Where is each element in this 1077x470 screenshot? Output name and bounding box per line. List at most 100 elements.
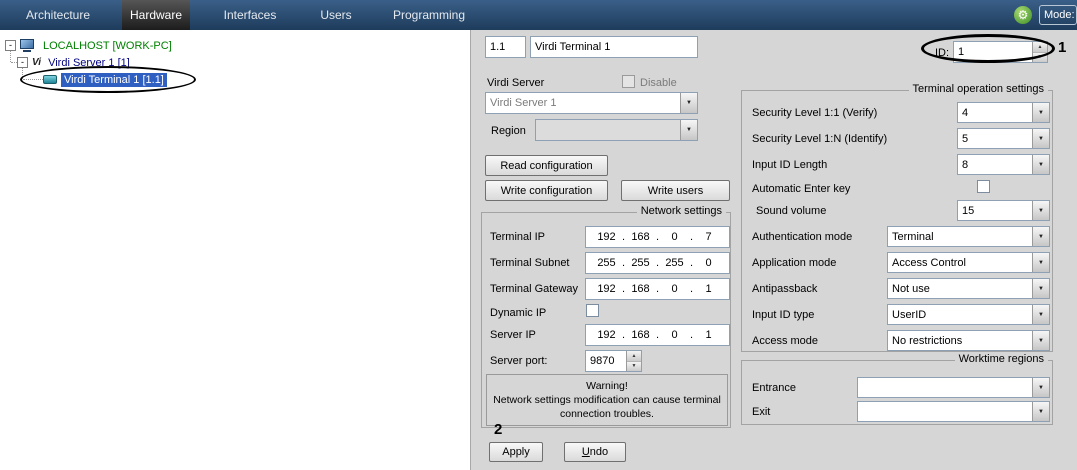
authentication-mode-label: Authentication mode (752, 231, 852, 243)
security-verify-select[interactable]: 4 ▼ (957, 102, 1050, 123)
network-settings-title: Network settings (637, 205, 726, 217)
dropdown-arrow-icon[interactable]: ▼ (1032, 378, 1049, 397)
dropdown-arrow-icon[interactable]: ▼ (1032, 331, 1049, 350)
server-ip-field[interactable]: 192.168.0.1 (585, 324, 730, 346)
ip-octet: 1 (695, 283, 722, 295)
region-select[interactable]: ▼ (535, 119, 698, 141)
terminal-ip-field[interactable]: 192.168.0.7 (585, 226, 730, 248)
device-tree-panel: - LOCALHOST [WORK-PC] - Vi Virdi Server … (0, 30, 470, 470)
nav-right-area: ⚙ Mode: (1014, 0, 1077, 30)
nav-item-architecture[interactable]: Architecture (10, 0, 106, 30)
application-mode-select[interactable]: Access Control ▼ (887, 252, 1050, 273)
apply-button[interactable]: Apply (489, 442, 543, 462)
ip-octet: 192 (593, 231, 620, 243)
terminal-subnet-field[interactable]: 255.255.255.0 (585, 252, 730, 274)
ip-octet: 192 (593, 283, 620, 295)
security-verify-label: Security Level 1:1 (Verify) (752, 107, 877, 119)
dropdown-arrow-icon[interactable]: ▼ (1032, 155, 1049, 174)
nav-item-programming[interactable]: Programming (382, 0, 476, 30)
select-value: Not use (888, 283, 1032, 295)
dropdown-arrow-icon[interactable]: ▼ (1032, 402, 1049, 421)
dropdown-arrow-icon[interactable]: ▼ (1032, 201, 1049, 220)
ip-dot: . (688, 231, 695, 243)
ip-octet: 7 (695, 231, 722, 243)
tree-collapse-icon[interactable]: - (17, 57, 28, 68)
undo-button[interactable]: Undo (564, 442, 626, 462)
network-settings-group: Network settings Terminal IP 192.168.0.7… (481, 212, 731, 428)
dropdown-arrow-icon[interactable]: ▼ (1032, 103, 1049, 122)
select-value: 8 (958, 159, 1032, 171)
disable-checkbox[interactable] (622, 75, 635, 88)
ip-dot: . (688, 257, 695, 269)
input-id-length-select[interactable]: 8 ▼ (957, 154, 1050, 175)
entrance-select[interactable]: ▼ (857, 377, 1050, 398)
security-identify-label: Security Level 1:N (Identify) (752, 133, 887, 145)
terminal-name-field[interactable]: Virdi Terminal 1 (530, 36, 698, 58)
access-mode-select[interactable]: No restrictions ▼ (887, 330, 1050, 351)
terminal-operation-settings-group: Terminal operation settings Security Lev… (741, 90, 1053, 352)
ip-octet: 255 (627, 257, 654, 269)
write-users-button[interactable]: Write users (621, 180, 730, 201)
select-value: 4 (958, 107, 1032, 119)
automatic-enter-key-checkbox[interactable] (977, 180, 990, 193)
ip-octet: 168 (627, 329, 654, 341)
dropdown-arrow-icon[interactable]: ▼ (680, 93, 697, 113)
nav-item-hardware[interactable]: Hardware (122, 0, 190, 30)
antipassback-label: Antipassback (752, 283, 817, 295)
authentication-mode-select[interactable]: Terminal ▼ (887, 226, 1050, 247)
spin-down-icon[interactable]: ▼ (627, 362, 641, 372)
ip-octet: 255 (661, 257, 688, 269)
dropdown-arrow-icon[interactable]: ▼ (1032, 129, 1049, 148)
region-label: Region (491, 125, 526, 137)
tree-item-localhost[interactable]: - LOCALHOST [WORK-PC] (5, 37, 175, 54)
input-id-type-select[interactable]: UserID ▼ (887, 304, 1050, 325)
dropdown-arrow-icon[interactable]: ▼ (680, 120, 697, 140)
undo-rest: ndo (590, 446, 608, 458)
security-identify-select[interactable]: 5 ▼ (957, 128, 1050, 149)
select-value: UserID (888, 309, 1032, 321)
access-mode-label: Access mode (752, 335, 818, 347)
dropdown-arrow-icon[interactable]: ▼ (1032, 305, 1049, 324)
ip-dot: . (620, 329, 627, 341)
exit-select[interactable]: ▼ (857, 401, 1050, 422)
antipassback-select[interactable]: Not use ▼ (887, 278, 1050, 299)
dropdown-arrow-icon[interactable]: ▼ (1032, 279, 1049, 298)
spin-up-icon[interactable]: ▲ (627, 351, 641, 362)
ip-dot: . (620, 231, 627, 243)
computer-icon (20, 39, 36, 53)
ip-dot: . (654, 283, 661, 295)
ip-octet: 0 (661, 231, 688, 243)
dynamic-ip-checkbox[interactable] (586, 304, 599, 317)
ip-octet: 255 (593, 257, 620, 269)
read-configuration-button[interactable]: Read configuration (485, 155, 608, 176)
settings-gear-icon[interactable]: ⚙ (1014, 6, 1032, 24)
ip-octet: 0 (695, 257, 722, 269)
tree-collapse-icon[interactable]: - (5, 40, 16, 51)
dropdown-arrow-icon[interactable]: ▼ (1032, 253, 1049, 272)
ip-octet: 168 (627, 283, 654, 295)
server-ip-label: Server IP (490, 329, 536, 341)
ip-dot: . (620, 283, 627, 295)
terminal-number-field[interactable]: 1.1 (485, 36, 526, 58)
network-warning: Warning! Network settings modification c… (486, 374, 728, 426)
ip-dot: . (620, 257, 627, 269)
virdi-server-select[interactable]: Virdi Server 1 ▼ (485, 92, 698, 114)
application-mode-label: Application mode (752, 257, 836, 269)
sound-volume-select[interactable]: 15 ▼ (957, 200, 1050, 221)
terminal-ip-label: Terminal IP (490, 231, 545, 243)
ip-dot: . (688, 283, 695, 295)
terminal-gateway-field[interactable]: 192.168.0.1 (585, 278, 730, 300)
server-port-spinner[interactable]: 9870 ▲ ▼ (585, 350, 642, 372)
terminal-subnet-label: Terminal Subnet (490, 257, 570, 269)
nav-item-users[interactable]: Users (310, 0, 362, 30)
worktime-regions-title: Worktime regions (955, 353, 1048, 365)
terminal-gateway-label: Terminal Gateway (490, 283, 578, 295)
dropdown-arrow-icon[interactable]: ▼ (1032, 227, 1049, 246)
mode-label: Mode: (1044, 9, 1075, 21)
nav-item-interfaces[interactable]: Interfaces (208, 0, 292, 30)
undo-accel: U (582, 446, 590, 458)
spinner-buttons: ▲ ▼ (626, 351, 641, 371)
disable-label: Disable (640, 77, 677, 89)
write-configuration-button[interactable]: Write configuration (485, 180, 608, 201)
ip-octet: 1 (695, 329, 722, 341)
